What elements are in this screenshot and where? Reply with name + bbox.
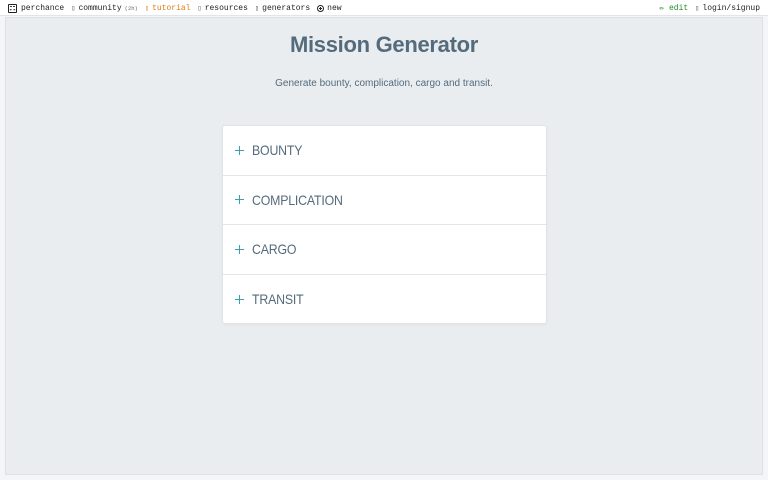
accordion-item-complication[interactable]: COMPLICATION: [223, 176, 546, 225]
dice-icon: [8, 3, 17, 13]
chat-icon: ▯: [71, 4, 76, 13]
plus-icon: [235, 195, 244, 205]
generator-frame: Mission Generator Generate bounty, compl…: [5, 17, 763, 475]
brand-label: perchance: [21, 3, 65, 13]
generators-link[interactable]: ▯ generators: [255, 4, 310, 13]
accordion-panel: BOUNTY COMPLICATION CARGO TRANSIT: [222, 125, 547, 324]
plus-circle-icon: [317, 4, 325, 12]
community-link[interactable]: ▯ community (2h): [71, 4, 138, 13]
edit-label: ✏ edit: [659, 4, 689, 13]
resources-label: resources: [204, 3, 248, 13]
nav-right: ✏ edit ▯ login/signup: [659, 0, 760, 16]
new-link[interactable]: new: [317, 3, 342, 13]
accordion-label: COMPLICATION: [252, 191, 343, 208]
accordion-item-bounty[interactable]: BOUNTY: [223, 126, 546, 176]
plus-icon: [235, 244, 244, 254]
user-icon: ▯: [695, 4, 700, 13]
accordion-item-cargo[interactable]: CARGO: [223, 225, 546, 275]
tutorial-label: tutorial: [152, 3, 191, 13]
login-label: login/signup: [702, 3, 760, 13]
plus-icon: [235, 145, 244, 155]
generators-icon: ▯: [254, 4, 260, 13]
resources-link[interactable]: ▯ resources: [197, 4, 247, 13]
accordion-item-transit[interactable]: TRANSIT: [223, 275, 546, 325]
book-icon: ▯: [144, 4, 150, 13]
generators-label: generators: [262, 3, 311, 13]
accordion-label: BOUNTY: [252, 142, 303, 159]
page-subtitle: Generate bounty, complication, cargo and…: [275, 78, 493, 89]
edit-link[interactable]: ✏ edit: [659, 3, 688, 13]
page-title: Mission Generator: [289, 32, 479, 57]
accordion-label: TRANSIT: [252, 291, 304, 308]
accordion-label: CARGO: [252, 241, 297, 258]
community-count: (2h): [124, 4, 138, 12]
brand-link[interactable]: perchance: [8, 3, 65, 13]
new-label: new: [327, 3, 342, 13]
community-label: community: [78, 3, 122, 13]
nav-left: perchance ▯ community (2h) ▯ tutorial ▯ …: [8, 0, 349, 16]
resources-icon: ▯: [197, 4, 202, 13]
plus-icon: [235, 294, 244, 304]
tutorial-link[interactable]: ▯ tutorial: [145, 4, 191, 13]
top-navigation-bar: perchance ▯ community (2h) ▯ tutorial ▯ …: [0, 0, 768, 16]
login-link[interactable]: ▯ login/signup: [695, 4, 760, 13]
